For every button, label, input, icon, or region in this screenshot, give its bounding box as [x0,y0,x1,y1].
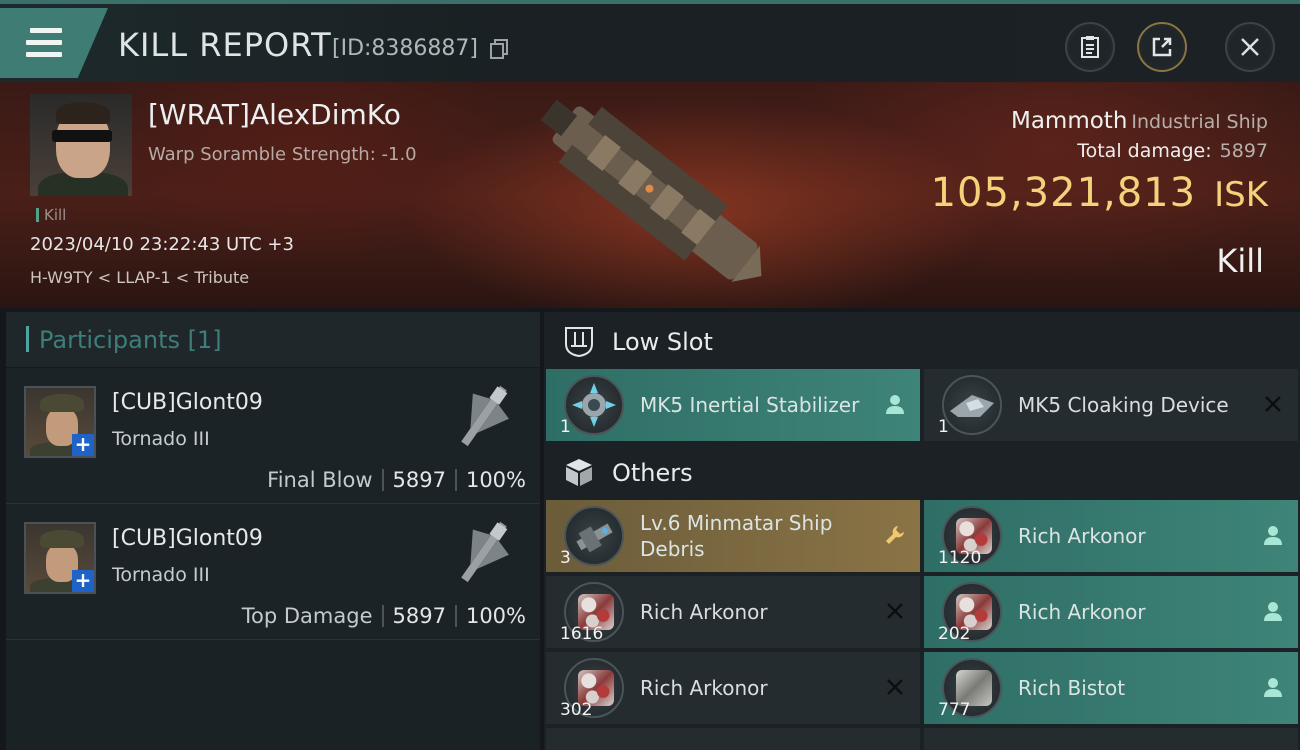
participant-ship: Tornado III [112,428,210,450]
others-label: Others [612,459,693,487]
result-label: Kill [1216,242,1264,280]
item-name: Rich Arkonor [1018,600,1146,624]
participant-name: [CUB]Glont09 [112,526,263,551]
item-name: MK5 Inertial Stabilizer [640,393,860,417]
low-slot-icon [565,327,593,358]
victim-ship-image [540,99,762,282]
fitting-item[interactable]: 302 Rich Arkonor [546,652,920,724]
x-icon [1265,396,1281,412]
low-slot-label: Low Slot [612,328,713,356]
participants-header[interactable]: Participants [1] [6,312,540,368]
fitting-item[interactable]: 202 Rich Arkonor [924,576,1298,648]
participants-panel: Participants [1] + [CUB]Glont09 Tornado … [6,312,540,750]
low-slot-section-header: Low Slot [544,314,1300,368]
participant-percent: 100% [465,468,526,492]
participant-ship-image [461,385,509,447]
title-bar: KILL REPORT [ID:8386887] [0,0,1300,82]
cube-icon [566,459,592,486]
fitting-item[interactable]: 3 Lv.6 Minmatar Ship Debris [546,500,920,572]
item-quantity: 1120 [938,548,982,568]
victim-ship-line: Mammoth Industrial Ship [1011,108,1268,134]
close-button[interactable] [1225,22,1275,72]
participant-avatar: + [24,386,96,458]
page-title: KILL REPORT [118,26,332,64]
person-icon [1264,602,1282,621]
fittings-panel: Low Slot 1 MK5 Inertial Stabilizer 1 MK5… [544,312,1300,750]
participant-row[interactable]: + [CUB]Glont09 Tornado III Final Blow 589… [6,368,540,504]
x-icon [887,603,903,619]
kill-location[interactable]: H-W9TY < LLAP-1 < Tribute [30,268,249,287]
participant-ship-image [461,521,509,583]
victim-name[interactable]: [WRAT]AlexDimKo [148,98,401,131]
isk-unit: ISK [1214,175,1268,215]
person-icon [886,395,904,414]
item-name: Rich Bistot [1018,676,1126,700]
fitting-item[interactable]: 1 MK5 Inertial Stabilizer [546,369,920,441]
wrench-icon [886,526,904,544]
share-button[interactable] [1137,22,1187,72]
participant-role: Final Blow [267,468,373,492]
isk-value-line: 105,321,813 ISK [931,170,1268,216]
fitting-item[interactable]: 1616 Rich Arkonor [546,576,920,648]
fitting-item-partial[interactable] [924,728,1298,750]
victim-portrait[interactable] [30,94,132,196]
kill-summary-banner: [WRAT]AlexDimKo Warp Soramble Strength: … [0,82,1300,308]
close-icon [1241,38,1259,56]
item-name: Rich Arkonor [640,676,768,700]
item-quantity: 777 [938,700,971,720]
inertial-stabilizer-icon [564,375,624,435]
kill-datetime: 2023/04/10 23:22:43 UTC +3 [30,234,294,255]
menu-button[interactable] [0,8,108,78]
participant-damage: 5897 [392,468,446,492]
participant-damage: 5897 [392,604,446,628]
victim-ship-class: Industrial Ship [1131,111,1268,133]
kill-id: [ID:8386887] [332,36,478,61]
cloaking-device-icon [942,375,1002,435]
participant-role: Top Damage [241,604,373,628]
participant-stats: Top Damage 5897 100% [242,604,526,628]
person-icon [1264,526,1282,545]
report-button[interactable] [1065,22,1115,72]
item-quantity: 1616 [560,624,604,644]
participant-ship: Tornado III [112,564,210,586]
isk-value: 105,321,813 [930,170,1197,216]
item-quantity: 202 [938,624,971,644]
warp-scramble-strength: Warp Soramble Strength: -1.0 [148,144,417,165]
fitting-item[interactable]: 1 MK5 Cloaking Device [924,369,1298,441]
fitting-item[interactable]: 1120 Rich Arkonor [924,500,1298,572]
participant-avatar: + [24,522,96,594]
participant-row[interactable]: + [CUB]Glont09 Tornado III Top Damage 589… [6,504,540,640]
fitting-item[interactable]: 777 Rich Bistot [924,652,1298,724]
clipboard-icon [1081,36,1099,58]
participant-name: [CUB]Glont09 [112,390,263,415]
item-name: MK5 Cloaking Device [1018,393,1229,417]
person-icon [1264,678,1282,697]
victim-ship-name[interactable]: Mammoth [1011,108,1127,134]
participant-stats: Final Blow 5897 100% [267,468,526,492]
total-damage-value: 5897 [1219,140,1268,162]
item-name: Rich Arkonor [1018,524,1146,548]
item-quantity: 3 [560,548,571,568]
x-icon [887,679,903,695]
item-quantity: 1 [560,417,571,437]
total-damage-line: Total damage: 5897 [1077,140,1268,162]
share-icon [1152,37,1172,57]
item-quantity: 1 [938,417,949,437]
others-section-header: Others [544,445,1300,499]
total-damage-label: Total damage: [1077,140,1212,162]
ship-debris-icon [564,506,624,566]
copy-icon[interactable] [490,39,508,59]
item-name: Rich Arkonor [640,600,768,624]
item-quantity: 302 [560,700,593,720]
menu-icon [26,28,62,58]
plus-icon: + [72,570,94,592]
participant-percent: 100% [465,604,526,628]
kill-tag: Kill [36,206,66,224]
item-name: Lv.6 Minmatar Ship Debris [640,511,833,561]
plus-icon: + [72,434,94,456]
fitting-item-partial[interactable] [546,728,920,750]
